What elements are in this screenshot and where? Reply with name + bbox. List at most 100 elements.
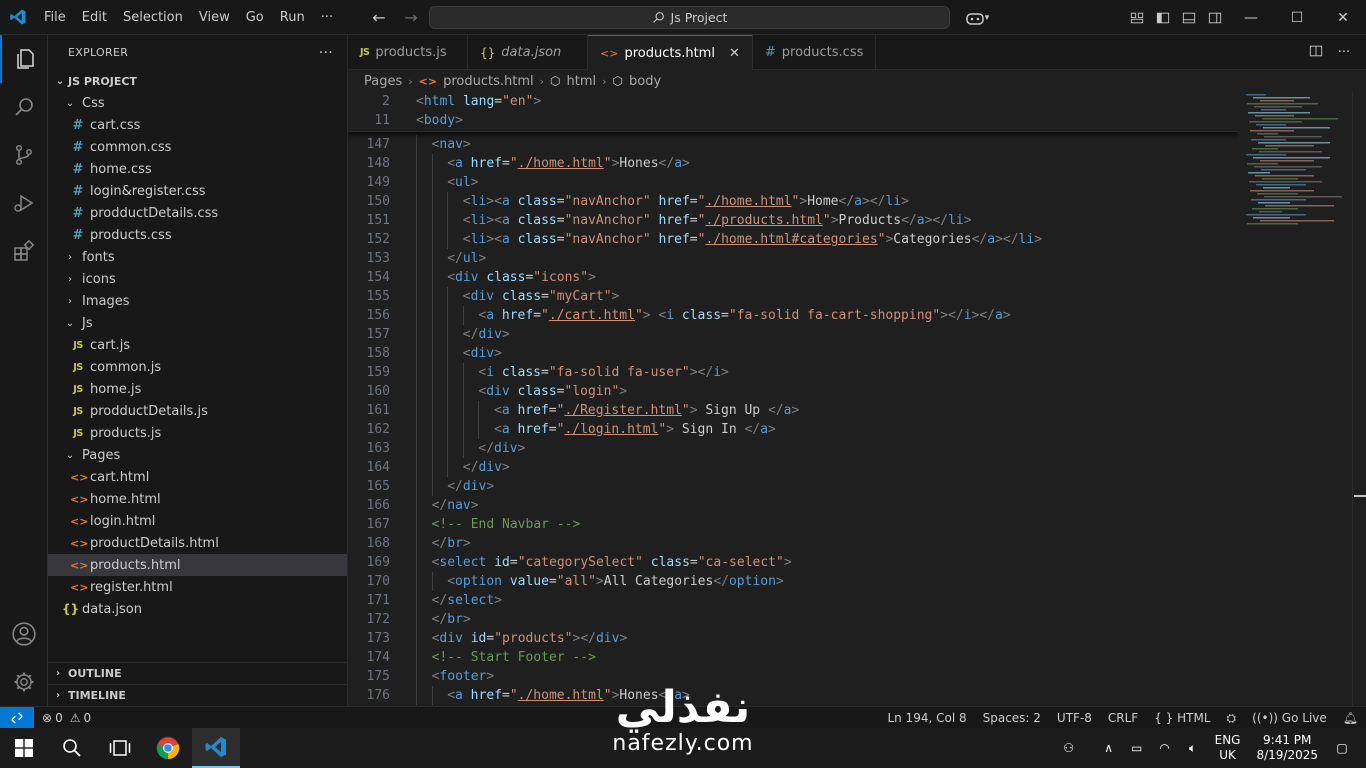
code-line[interactable]: 154 <div class="icons"> (348, 268, 1238, 287)
tab-data-json[interactable]: {} data.json (468, 35, 588, 70)
tree-item-images[interactable]: › Images (48, 290, 347, 312)
wifi-icon[interactable]: ◠ (1153, 741, 1177, 755)
windows-start-icon[interactable] (0, 728, 48, 768)
close-tab-icon[interactable]: ✕ (729, 46, 740, 61)
code-line[interactable]: 158 <div> (348, 344, 1238, 363)
code-line[interactable]: 172 </br> (348, 610, 1238, 629)
tree-item-prodductdetails-js[interactable]: JS prodductDetails.js (48, 400, 347, 422)
back-arrow-icon[interactable]: ← (368, 8, 390, 27)
breadcrumb-item-file[interactable]: products.html (443, 74, 534, 89)
forward-arrow-icon[interactable]: → (400, 8, 422, 27)
tree-item-register-html[interactable]: <> register.html (48, 576, 347, 598)
tree-item-products-css[interactable]: # products.css (48, 224, 347, 246)
tree-item-login-register-css[interactable]: # login&register.css (48, 180, 347, 202)
menu-more-icon[interactable]: ··· (313, 0, 341, 35)
code-line[interactable]: 150 <li><a class="navAnchor" href="./home… (348, 192, 1238, 211)
code-line[interactable]: 174 <!-- Start Footer --> (348, 648, 1238, 667)
split-editor-icon[interactable] (1306, 44, 1326, 62)
show-hidden-icons-chevron-icon[interactable]: ∧ (1097, 741, 1121, 755)
maximize-icon[interactable]: ☐ (1274, 0, 1320, 35)
toggle-panel-icon[interactable] (1176, 0, 1202, 35)
code-line[interactable]: 161 <a href="./Register.html"> Sign Up </… (348, 401, 1238, 420)
code-line[interactable]: 166 </nav> (348, 496, 1238, 515)
code-line[interactable]: 151 <li><a class="navAnchor" href="./prod… (348, 211, 1238, 230)
menu-item-go[interactable]: Go (238, 0, 272, 35)
code-line[interactable]: 165 </div> (348, 477, 1238, 496)
explorer-icon[interactable] (0, 35, 48, 83)
tab-products-html[interactable]: <> products.html ✕ (588, 35, 753, 70)
taskbar-search-icon[interactable] (48, 728, 96, 768)
notification-center-icon[interactable]: ▢ (1330, 741, 1354, 755)
tree-item-cart-html[interactable]: <> cart.html (48, 466, 347, 488)
tree-item-products-js[interactable]: JS products.js (48, 422, 347, 444)
code-line[interactable]: 163 </div> (348, 439, 1238, 458)
code-line[interactable]: 159 <i class="fa-solid fa-user"></i> (348, 363, 1238, 382)
minimap[interactable] (1238, 92, 1352, 706)
outline-section[interactable]: › OUTLINE (48, 662, 347, 684)
system-clock[interactable]: 9:41 PM 8/19/2025 (1256, 733, 1318, 763)
vertical-scrollbar[interactable] (1352, 92, 1366, 706)
toggle-primary-sidebar-icon[interactable] (1150, 0, 1176, 35)
volume-icon[interactable]: 🔈︎ (1181, 741, 1205, 756)
tree-item-login-html[interactable]: <> login.html (48, 510, 347, 532)
battery-icon[interactable]: ▭ (1125, 741, 1149, 755)
project-root[interactable]: ⌄ JS PROJECT (48, 70, 347, 92)
menu-item-run[interactable]: Run (272, 0, 313, 35)
code-line[interactable]: 149 <ul> (348, 173, 1238, 192)
code-line[interactable]: 152 <li><a class="navAnchor" href="./home… (348, 230, 1238, 249)
code-line[interactable]: 167 <!-- End Navbar --> (348, 515, 1238, 534)
toggle-secondary-sidebar-icon[interactable] (1202, 0, 1228, 35)
tree-item-js[interactable]: ⌄ Js (48, 312, 347, 334)
remote-indicator-icon[interactable] (0, 706, 34, 729)
tree-item-home-html[interactable]: <> home.html (48, 488, 347, 510)
code-line[interactable]: 173 <div id="products"></div> (348, 629, 1238, 648)
indentation[interactable]: Spaces: 2 (975, 711, 1049, 725)
breadcrumb-item-html[interactable]: html (567, 74, 597, 89)
code-line[interactable]: 162 <a href="./login.html"> Sign In </a> (348, 420, 1238, 439)
customize-layout-icon[interactable] (1124, 0, 1150, 35)
language-mode[interactable]: { } HTML (1146, 711, 1218, 725)
cursor-position[interactable]: Ln 194, Col 8 (879, 711, 974, 725)
menu-item-selection[interactable]: Selection (115, 0, 191, 35)
tree-item-cart-css[interactable]: # cart.css (48, 114, 347, 136)
menu-item-edit[interactable]: Edit (74, 0, 115, 35)
code-line[interactable]: 2 <html lang="en"> (348, 92, 1238, 111)
code-line[interactable]: 11 <body> (348, 111, 1238, 130)
sticky-scroll[interactable]: 2 <html lang="en"> 11 <body> (348, 92, 1238, 132)
tree-item-productdetails-html[interactable]: <> productDetails.html (48, 532, 347, 554)
go-live-button[interactable]: ((•)) Go Live (1244, 711, 1335, 725)
close-window-icon[interactable]: ✕ (1320, 0, 1366, 35)
extensions-icon[interactable] (0, 227, 48, 275)
code-line[interactable]: 176 <a href="./home.html">Hones</a> (348, 686, 1238, 705)
problems-indicator[interactable]: ⊗ 0 ⚠ 0 (34, 711, 99, 725)
run-and-debug-icon[interactable] (0, 179, 48, 227)
tree-item-common-js[interactable]: JS common.js (48, 356, 347, 378)
copilot-status-icon[interactable]: ⛭ (1219, 711, 1245, 726)
tree-item-common-css[interactable]: # common.css (48, 136, 347, 158)
code-line[interactable]: 170 <option value="all">All Categories</o… (348, 572, 1238, 591)
tree-item-cart-js[interactable]: JS cart.js (48, 334, 347, 356)
code-line[interactable]: 157 </div> (348, 325, 1238, 344)
tree-item-icons[interactable]: › icons (48, 268, 347, 290)
code-line[interactable]: 156 <a href="./cart.html"> <i class="fa-s… (348, 306, 1238, 325)
tree-item-home-js[interactable]: JS home.js (48, 378, 347, 400)
breadcrumb-item-body[interactable]: body (629, 74, 661, 89)
tab-products-js[interactable]: JS products.js (348, 35, 468, 70)
code-line[interactable]: 168 </br> (348, 534, 1238, 553)
notifications-bell-icon[interactable]: 🔔︎ (1335, 711, 1366, 725)
copilot-icon[interactable]: ▾ (960, 0, 994, 35)
tree-item-css[interactable]: ⌄ Css (48, 92, 347, 114)
task-view-icon[interactable] (96, 728, 144, 768)
code-line[interactable]: 155 <div class="myCart"> (348, 287, 1238, 306)
tree-item-fonts[interactable]: › fonts (48, 246, 347, 268)
menu-item-view[interactable]: View (191, 0, 238, 35)
accounts-icon[interactable] (0, 610, 48, 658)
source-control-icon[interactable] (0, 131, 48, 179)
code-line[interactable]: 160 <div class="login"> (348, 382, 1238, 401)
explorer-more-actions-icon[interactable]: ··· (319, 45, 333, 61)
settings-gear-icon[interactable] (0, 658, 48, 706)
code-line[interactable]: 148 <a href="./home.html">Hones</a> (348, 154, 1238, 173)
tree-item-prodductdetails-css[interactable]: # prodductDetails.css (48, 202, 347, 224)
command-center-search[interactable]: Js Project (429, 6, 950, 29)
menu-item-file[interactable]: File (36, 0, 74, 35)
